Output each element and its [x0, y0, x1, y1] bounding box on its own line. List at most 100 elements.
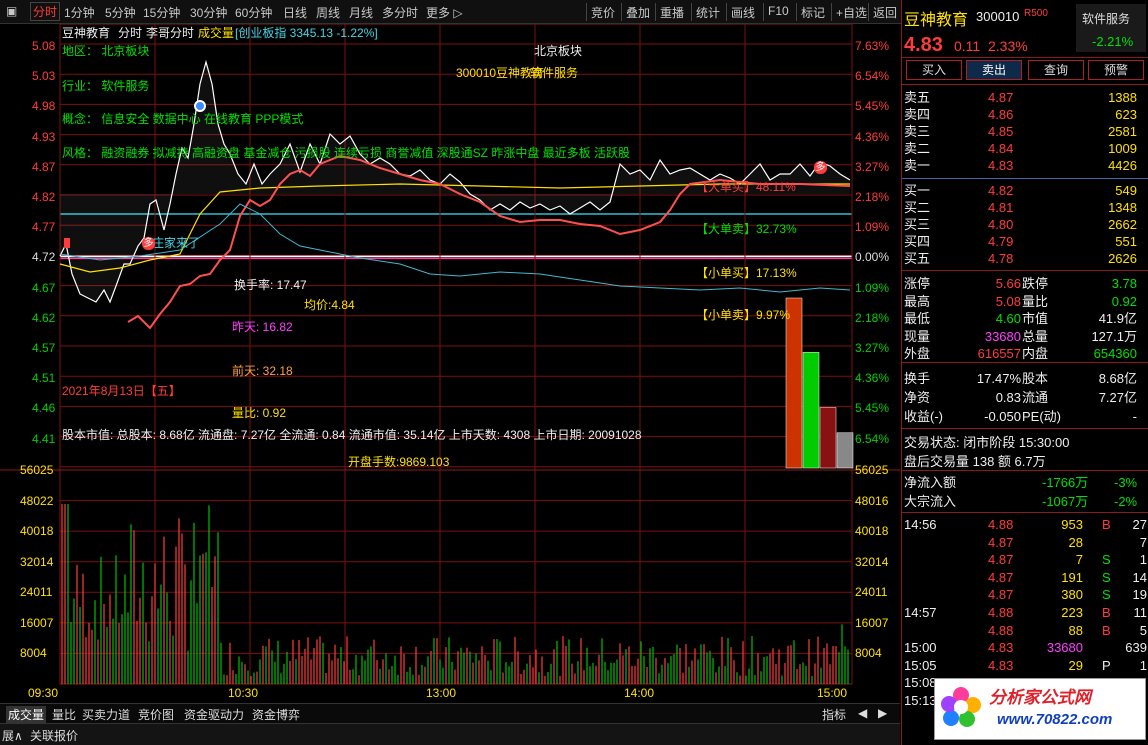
ask-row[interactable]: 卖二 4.84 1009 [902, 140, 1148, 157]
bid-label: 买二 [904, 200, 931, 215]
tick-time: 15:05 [904, 657, 937, 673]
period-tab-3[interactable]: 15分钟 [143, 4, 180, 21]
after-hours: 盘后交易量 138 额 6.7万 [904, 454, 1046, 469]
tool-button-6[interactable]: 标记 [801, 4, 825, 21]
tick-count: 19 [1132, 587, 1147, 603]
net-inflow-row: 净流入额 -1766万 -3% [902, 474, 1148, 491]
indicator-tabs: 成交量 量比 买卖力道 竞价图 资金驱动力 资金博弈 指标 ◀ ▶ [0, 703, 900, 723]
period-tab-8[interactable]: 月线 [349, 4, 373, 21]
flower-logo-icon [939, 685, 983, 729]
period-tab-5[interactable]: 60分钟 [235, 4, 272, 21]
price-tick: 4.51 [32, 371, 56, 386]
ask-volume: 1388 [1108, 90, 1137, 105]
period-tab-6[interactable]: 日线 [283, 4, 307, 21]
period-tab-1[interactable]: 1分钟 [64, 4, 95, 21]
bid-row[interactable]: 买二 4.81 1348 [902, 199, 1148, 216]
high-point-marker-icon[interactable] [194, 100, 206, 112]
tick-row: 4.88 88 B 5 [902, 622, 1148, 639]
tool-button-3[interactable]: 统计 [696, 4, 720, 21]
tool-button-8[interactable]: 返回 [873, 4, 897, 21]
tool-button-0[interactable]: 竞价 [591, 4, 615, 21]
chart-header-item-0[interactable]: 豆神教育 [62, 26, 110, 40]
period-tab-0[interactable]: 分时 [30, 2, 61, 21]
ask-row[interactable]: 卖三 4.85 2581 [902, 123, 1148, 140]
status-tab-0[interactable]: 展∧ [2, 727, 23, 744]
tick-row: 15:00 4.83 33680 639 [902, 639, 1148, 656]
indicator-tab-4[interactable]: 资金驱动力 [184, 706, 244, 723]
indicator-tab-0[interactable]: 成交量 [6, 706, 47, 723]
info-vol-ratio: 量比: 0.92 [232, 406, 287, 420]
scroll-left-icon[interactable]: ◀ [858, 706, 867, 720]
stat-row: 现量 33680 总量 127.1万 [902, 328, 1148, 345]
volume-tick-right: 24011 [855, 585, 888, 600]
status-tab-1[interactable]: 关联报价 [30, 727, 78, 744]
buy-button[interactable]: 买入 [906, 60, 962, 80]
alert-button[interactable]: 预警 [1088, 60, 1144, 80]
window-menu-icon[interactable]: ▣ [6, 4, 17, 18]
stat2-label: PE(动) [1022, 409, 1062, 424]
stat2-value: 0.83 [995, 390, 1021, 405]
indicator-tab-1[interactable]: 量比 [52, 706, 76, 723]
tick-price: 4.88 [988, 517, 1014, 532]
tick-time: 15:13 [904, 693, 937, 708]
sector-button[interactable]: 软件服务 -2.21% [1076, 4, 1146, 52]
pct-tick: 3.27% [855, 159, 890, 174]
tool-button-2[interactable]: 重播 [660, 4, 684, 21]
stock-code: 300010 [976, 9, 1020, 24]
period-tab-7[interactable]: 周线 [316, 4, 340, 21]
indicator-tab-2[interactable]: 买卖力道 [82, 706, 130, 723]
stat2-value: 17.47% [976, 371, 1021, 386]
toolbar-divider [655, 3, 656, 21]
query-button[interactable]: 查询 [1028, 60, 1084, 80]
net-inflow-pct: -3% [1114, 475, 1138, 490]
ask-label: 卖三 [904, 124, 931, 139]
bid-volume: 2626 [1108, 251, 1137, 266]
scroll-right-icon[interactable]: ▶ [878, 706, 887, 720]
period-tab-10[interactable]: 更多 ▷ [426, 4, 463, 21]
period-tab-4[interactable]: 30分钟 [190, 4, 227, 21]
price-tick: 4.82 [32, 190, 56, 204]
bid-volume: 2662 [1108, 217, 1137, 232]
ask-row[interactable]: 卖四 4.86 623 [902, 106, 1148, 123]
ask-row[interactable]: 卖一 4.83 4426 [902, 157, 1148, 174]
period-tab-2[interactable]: 5分钟 [105, 4, 136, 21]
tick-side: S [1102, 552, 1111, 568]
bid-row[interactable]: 买三 4.80 2662 [902, 216, 1148, 233]
ask-price: 4.85 [988, 124, 1014, 139]
tool-button-7[interactable]: +自选 [836, 4, 867, 21]
duo-marker-icon[interactable]: 多 [814, 161, 827, 174]
toolbar-divider [586, 3, 587, 21]
ask-row[interactable]: 卖五 4.87 1388 [902, 89, 1148, 106]
bid-row[interactable]: 买四 4.79 551 [902, 233, 1148, 250]
stat-row: 外盘 616557 内盘 654360 [902, 345, 1148, 362]
time-tick: 09:30 [28, 686, 59, 700]
price-tick: 4.87 [32, 159, 56, 174]
stat-value: 0.92 [1111, 293, 1137, 309]
pct-tick: 2.18% [855, 310, 890, 325]
sell-button[interactable]: 卖出 [966, 60, 1022, 80]
chart-canvas[interactable] [0, 24, 900, 704]
indicator-button[interactable]: 指标 [822, 706, 846, 723]
tool-button-4[interactable]: 画线 [731, 4, 755, 21]
tick-side: B [1102, 605, 1111, 620]
price-tick: 4.62 [32, 310, 56, 325]
quote-panel: 豆神教育 300010 R500 软件服务 -2.21% 4.83 0.11 2… [901, 0, 1148, 745]
indicator-tab-3[interactable]: 竞价图 [138, 706, 174, 723]
ask-label: 卖五 [904, 90, 931, 105]
price-tick: 4.46 [32, 401, 56, 416]
tool-button-5[interactable]: F10 [768, 4, 789, 18]
price-change: 0.11 [954, 38, 981, 54]
logo-text: 分析家公式网 [989, 688, 1091, 707]
stat2-label: 流通 [1022, 390, 1049, 405]
chart-header-item-3: 成交量 [198, 26, 235, 40]
indicator-tab-5[interactable]: 资金博弈 [252, 706, 300, 723]
bid-row[interactable]: 买五 4.78 2626 [902, 250, 1148, 267]
block-inflow-label: 大宗流入 [904, 494, 957, 509]
duo-marker-icon[interactable]: 多 [142, 237, 155, 250]
volume-tick-left: 32014 [20, 554, 54, 569]
period-tab-9[interactable]: 多分时 [382, 4, 418, 21]
tick-row: 14:57 4.88 223 B 11 [902, 604, 1148, 621]
intraday-chart: 豆神教育 分时 李哥分时 成交量 [创业板指 3345.13 -1.22%] 5.08 5.… [0, 24, 900, 704]
tool-button-1[interactable]: 叠加 [626, 4, 650, 21]
bid-row[interactable]: 买一 4.82 549 [902, 182, 1148, 199]
